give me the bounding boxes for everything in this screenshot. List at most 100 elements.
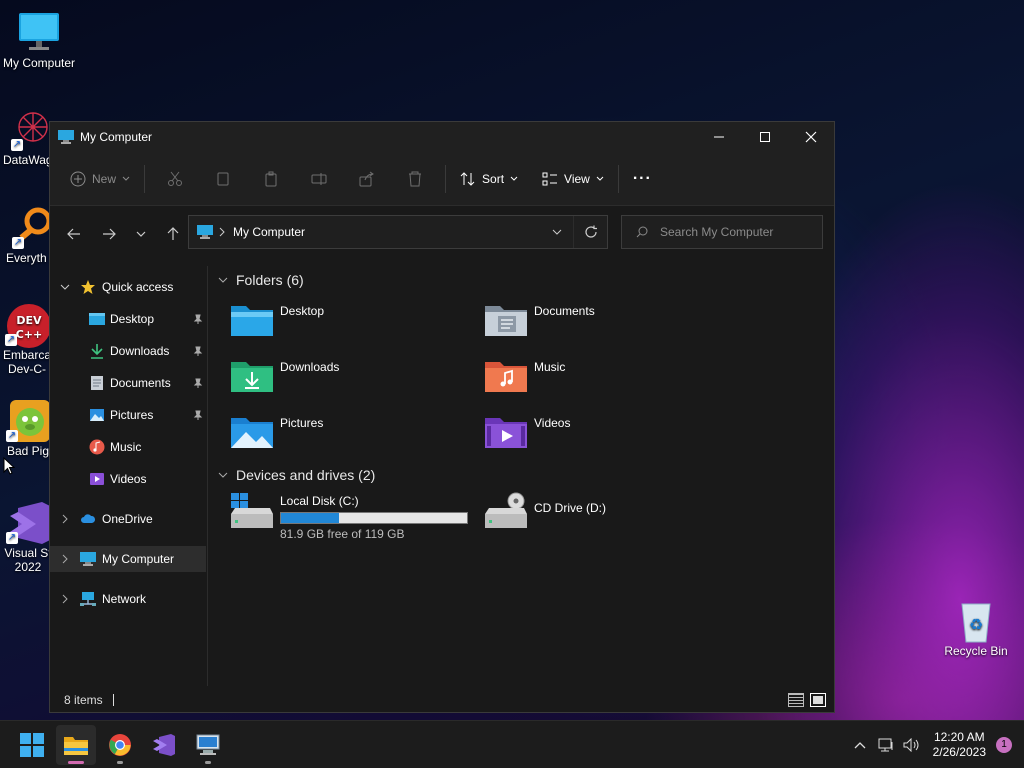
sidebar-item-my-computer[interactable]: My Computer [50,546,206,572]
copy-button[interactable] [199,163,247,195]
sidebar-item-onedrive[interactable]: OneDrive [50,506,206,532]
folder-label: Music [534,360,566,374]
folder-tile-desktop[interactable]: Desktop [230,302,324,338]
sidebar-item-documents[interactable]: Documents [50,370,206,396]
recent-locations-button[interactable] [125,218,157,250]
folders-group-header[interactable]: Folders (6) [218,272,304,288]
folder-tile-music[interactable]: Music [484,358,565,394]
hard-drive-icon [230,492,274,530]
desktop-folder-icon [89,313,105,325]
sidebar-item-desktop[interactable]: Desktop [50,306,206,332]
sidebar-item-pictures[interactable]: Pictures [50,402,206,428]
title-bar[interactable]: My Computer [50,122,834,152]
scissors-icon [168,171,183,186]
desktop-icon-label: My Computer [2,56,76,70]
folder-tile-videos[interactable]: Videos [484,414,570,450]
clock-button[interactable]: 12:20 AM 2/26/2023 [933,730,986,760]
windows-logo-icon [20,732,44,757]
sidebar-item-label: Downloads [110,344,170,358]
refresh-button[interactable] [573,216,607,248]
sidebar-item-label: Videos [110,472,147,486]
new-label: New [92,171,117,186]
share-button[interactable] [343,163,391,195]
cut-button[interactable] [151,163,199,195]
pin-icon[interactable] [193,314,203,324]
desktop-icon-my-computer[interactable]: My Computer [0,10,79,70]
notification-badge[interactable]: 1 [996,736,1012,753]
status-bar: 8 items [50,688,834,712]
taskbar-visual-studio[interactable] [144,725,184,765]
item-count: 8 items [64,693,103,707]
folder-tile-pictures[interactable]: Pictures [230,414,323,450]
new-button[interactable]: New [62,163,138,195]
sidebar-item-label: My Computer [102,552,175,566]
breadcrumb[interactable]: My Computer [233,225,305,239]
sort-button[interactable]: Sort [452,163,526,195]
back-button[interactable] [58,218,90,250]
sidebar-item-network[interactable]: Network [50,586,206,612]
speaker-icon [903,737,919,752]
delete-button[interactable] [391,163,439,195]
view-button[interactable]: View [534,163,612,195]
taskbar-chrome[interactable] [100,725,140,765]
start-button[interactable] [12,725,52,765]
sidebar-item-label: Pictures [110,408,154,422]
close-button[interactable] [788,122,834,152]
tiles-view-button[interactable] [810,693,826,707]
sidebar-item-music[interactable]: Music [50,434,206,460]
maximize-button[interactable] [742,122,788,152]
more-options-button[interactable]: ··· [625,163,660,195]
folder-tile-documents[interactable]: Documents [484,302,595,338]
desktop-icon-recycle-bin[interactable]: ♻ Recycle Bin [936,598,1016,658]
folder-tile-downloads[interactable]: Downloads [230,358,339,394]
drive-tile-local-disk-c[interactable]: Local Disk (C:) 81.9 GB free of 119 GB [230,492,468,541]
recycle-bin-icon: ♻ [954,598,998,643]
address-dropdown-button[interactable] [541,229,573,235]
pin-icon[interactable] [193,410,203,420]
sidebar-item-label: Network [102,592,147,606]
search-input[interactable] [660,225,810,239]
file-explorer-window: My Computer New Sort View ··· My Compute… [49,121,835,713]
pin-icon[interactable] [193,378,203,388]
network-wired-icon [878,738,893,751]
chevron-down-icon [218,277,228,283]
picture-icon [90,409,104,421]
chevron-up-icon [854,741,866,748]
toolbar-separator [144,164,146,193]
taskbar-remote-desktop[interactable] [188,725,228,765]
search-box[interactable] [621,215,823,249]
cd-drive-icon [484,492,528,530]
taskbar-file-explorer[interactable] [56,724,96,765]
sidebar-item-label: Music [110,440,142,454]
volume-button[interactable] [899,737,925,752]
music-icon [89,439,105,455]
details-view-button[interactable] [788,693,804,707]
downloads-folder-icon [230,358,274,394]
monitor-icon [58,130,74,144]
paste-button[interactable] [247,163,295,195]
view-label: View [564,171,590,186]
show-hidden-icons-button[interactable] [847,741,873,749]
minimize-button[interactable] [696,122,742,152]
drive-tile-cd-drive-d[interactable]: CD Drive (D:) [484,492,606,530]
chevron-right-icon [62,594,68,604]
forward-button[interactable] [93,218,125,250]
sidebar-item-downloads[interactable]: Downloads [50,338,206,364]
address-bar[interactable]: My Computer [188,215,608,249]
sidebar-item-videos[interactable]: Videos [50,466,206,492]
folder-label: Downloads [280,360,340,374]
drives-group-header[interactable]: Devices and drives (2) [218,467,375,483]
chevron-down-icon [218,472,228,478]
share-icon [359,171,374,186]
pin-icon[interactable] [193,346,203,356]
minimize-icon [714,136,724,138]
shortcut-arrow-icon: ↗ [6,430,18,442]
drive-label: Local Disk (C:) [280,494,359,508]
sidebar-item-quick-access[interactable]: Quick access [50,274,206,300]
network-status-button[interactable] [873,738,899,752]
command-bar: New Sort View ··· [50,152,834,206]
toolbar-separator [617,164,619,193]
svg-text:C++: C++ [16,328,43,341]
rename-button[interactable] [295,163,343,195]
up-button[interactable] [157,218,189,250]
